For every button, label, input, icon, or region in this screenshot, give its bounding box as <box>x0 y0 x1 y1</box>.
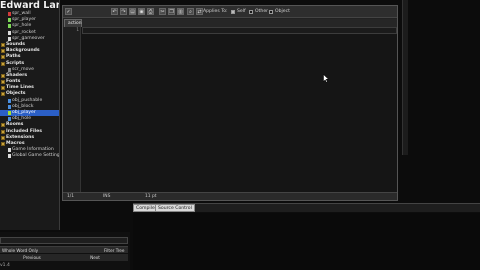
tree-item-label: Rooms <box>6 122 24 128</box>
resource-icon <box>8 67 11 72</box>
resource-icon <box>8 18 11 23</box>
folder-icon <box>1 92 5 97</box>
resource-tree-panel: Edward Lance Lorilla spr_wallspr_players… <box>0 0 60 230</box>
resource-icon <box>8 98 11 103</box>
resource-icon <box>8 12 11 16</box>
folder-icon <box>1 49 5 54</box>
check-icon[interactable]: ✓ <box>65 8 72 15</box>
print-icon[interactable]: ⎙ <box>147 8 154 15</box>
tree-item-label: Fonts <box>6 79 21 85</box>
tree-item-label: spr_rocket <box>12 29 36 35</box>
tab-source-control[interactable]: Source Control <box>155 204 195 212</box>
self-label: Self <box>237 9 246 14</box>
folder-icon <box>1 61 5 66</box>
current-line-highlight <box>82 27 397 34</box>
tree-item-label: Game Information <box>12 147 54 153</box>
editor-tab-row: action <box>63 19 397 27</box>
undo-icon[interactable]: ↶ <box>111 8 118 15</box>
tree-item-label: spr_hole <box>12 23 32 29</box>
right-side-panel <box>402 0 408 155</box>
tree-item-label: Paths <box>6 54 21 60</box>
folder-icon <box>1 129 5 134</box>
replace-icon[interactable]: ⇄ <box>196 8 203 15</box>
resource-icon <box>8 104 11 109</box>
code-editor-window: ✓ ↶ ↷ ▤ ▣ ⎙ ✂ ❐ ▥ ⌕ ⇄ Applies To: Self O… <box>62 5 398 201</box>
tree-item-label: obj_pushable <box>12 97 43 103</box>
folder-icon <box>1 135 5 140</box>
other-radio[interactable] <box>249 9 253 14</box>
mouse-cursor-icon <box>323 74 329 83</box>
watermark-text: Edward Lance Lorilla <box>0 0 59 11</box>
tree-item-label: Extensions <box>6 134 35 140</box>
tree-item-label: Global Game Settings <box>12 153 60 159</box>
filter-tree-checkbox[interactable]: Filter Tree <box>104 247 124 254</box>
status-position: 1/1 <box>67 194 75 199</box>
folder-icon <box>1 80 5 85</box>
tree-item-label: spr_wall <box>12 11 31 16</box>
object-radio[interactable] <box>269 9 273 14</box>
applies-to-label: Applies To: <box>203 9 228 14</box>
redo-icon[interactable]: ↷ <box>120 8 127 15</box>
tree-item[interactable]: Global Game Settings <box>0 153 60 159</box>
search-nav-row: Previous Next <box>0 254 128 261</box>
tree-item-label: spr_player <box>12 17 36 23</box>
open-icon[interactable]: ▤ <box>129 8 136 15</box>
tree-item-label: Sounds <box>6 41 26 47</box>
tree-item-label: scr_move <box>12 66 34 72</box>
folder-icon <box>1 55 5 60</box>
cut-icon[interactable]: ✂ <box>159 8 166 15</box>
resource-tree: spr_wall spr_player spr_hole spr_rocket spr_… <box>0 11 60 160</box>
tree-item-label: Time Lines <box>6 85 34 91</box>
copy-icon[interactable]: ❐ <box>168 8 175 15</box>
folder-icon <box>1 123 5 128</box>
line-number: 1 <box>76 28 79 33</box>
status-insert-mode: INS <box>103 194 111 199</box>
tree-item-label: obj_block <box>12 103 34 109</box>
object-label: Object <box>275 9 290 14</box>
resource-icon <box>8 154 11 159</box>
tree-item-label: Objects <box>6 91 26 97</box>
resource-icon <box>8 36 11 41</box>
save-icon[interactable]: ▣ <box>138 8 145 15</box>
tree-item-label: spr_gameover <box>12 35 45 41</box>
status-font-size: 11 pt <box>145 194 157 199</box>
resource-icon <box>8 111 11 115</box>
paste-icon[interactable]: ▥ <box>177 8 184 15</box>
folder-icon <box>1 73 5 78</box>
tree-item-label: Shaders <box>6 72 28 78</box>
tree-item-label: obj_player <box>12 110 36 115</box>
other-label: Other <box>255 9 269 14</box>
resource-icon <box>8 24 11 29</box>
resource-icon <box>8 148 11 153</box>
editor-toolbar: ✓ ↶ ↷ ▤ ▣ ⎙ ✂ ❐ ▥ ⌕ ⇄ Applies To: Self O… <box>63 6 397 18</box>
tree-search-input[interactable] <box>0 237 128 244</box>
tree-search-area: Whole Word Only Filter Tree Previous Nex… <box>0 232 130 270</box>
self-radio[interactable] <box>231 9 235 14</box>
folder-icon <box>1 86 5 91</box>
tree-item-label: Included Files <box>6 128 42 134</box>
previous-button[interactable]: Previous <box>2 254 62 261</box>
code-text-area[interactable]: 1 <box>63 27 397 192</box>
output-log-area <box>133 213 480 270</box>
tree-item-label: Scripts <box>6 60 25 66</box>
line-number-gutter: 1 <box>63 27 81 192</box>
tree-item-label: Macros <box>6 140 25 146</box>
folder-icon <box>1 42 5 47</box>
search-options-row: Whole Word Only Filter Tree <box>0 246 128 253</box>
resource-icon <box>8 30 11 35</box>
output-tab-row: Compile Source Control <box>133 204 480 212</box>
version-label: v1.4 <box>0 263 10 268</box>
next-button[interactable]: Next <box>64 254 126 261</box>
output-panel: Compile Source Control <box>133 203 480 270</box>
find-icon[interactable]: ⌕ <box>187 8 194 15</box>
resource-icon <box>8 117 11 122</box>
folder-icon <box>1 141 5 146</box>
whole-word-checkbox[interactable]: Whole Word Only <box>2 247 38 254</box>
tab-action[interactable]: action <box>64 19 82 27</box>
tree-item-label: Backgrounds <box>6 48 40 54</box>
tree-item-label: obj_hole <box>12 116 32 122</box>
editor-status-bar: 1/1 INS 11 pt <box>63 192 397 200</box>
